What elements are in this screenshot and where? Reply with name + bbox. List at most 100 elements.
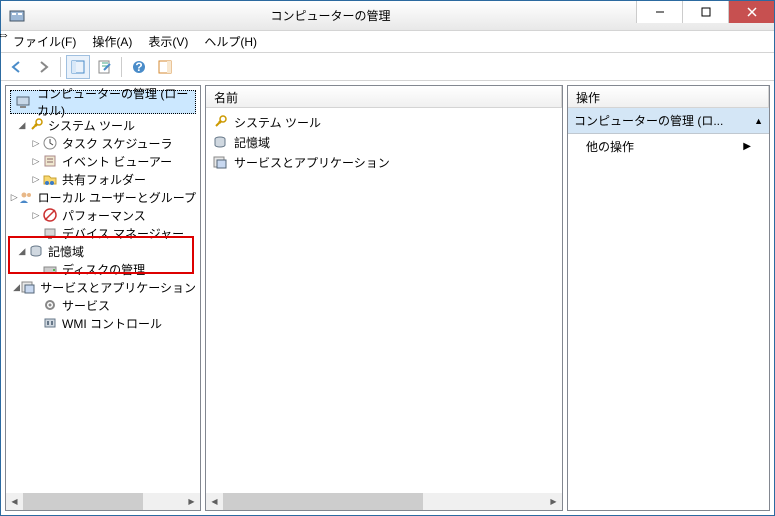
submenu-arrow-icon: ▶ xyxy=(743,141,751,152)
scroll-left-icon[interactable]: ◀ xyxy=(6,493,23,510)
services-apps-icon xyxy=(212,154,228,170)
actions-section-label: コンピューターの管理 (ロ... xyxy=(574,112,723,129)
tree-node-storage[interactable]: ◢ 記憶域 xyxy=(8,242,198,260)
tree-node-local-users[interactable]: ▷ローカル ユーザーとグループ xyxy=(8,188,198,206)
actions-section-header[interactable]: コンピューターの管理 (ロ... ▲ xyxy=(568,108,769,134)
main-window: コンピューターの管理 ファイル(F) 操作(A) 表示(V) ヘルプ(H) ? … xyxy=(0,0,775,516)
toolbar-separator xyxy=(121,57,122,77)
tree-label: タスク スケジューラ xyxy=(60,134,175,153)
tree-node-services[interactable]: サービス xyxy=(8,296,198,314)
expand-arrow-icon[interactable]: ◢ xyxy=(16,119,28,131)
toolbar-separator xyxy=(60,57,61,77)
tree-node-task-scheduler[interactable]: ▷ タスク スケジューラ xyxy=(8,134,198,152)
back-button[interactable] xyxy=(5,55,29,79)
collapse-arrow-icon[interactable]: ▷ xyxy=(30,209,42,221)
minimize-button[interactable] xyxy=(636,1,682,23)
tree-label: WMI コントロール xyxy=(60,314,164,333)
actions-item-label: 他の操作 xyxy=(586,138,634,155)
actions-panel: 操作 コンピューターの管理 (ロ... ▲ 他の操作 ▶ xyxy=(567,85,770,511)
list-panel: 名前 システム ツール 記憶域 サービスとアプリケーション ◀ ▶ xyxy=(205,85,563,511)
tree-label: 記憶域 xyxy=(46,242,86,261)
list-item[interactable]: システム ツール xyxy=(210,112,558,132)
actions-other-operations[interactable]: 他の操作 ▶ xyxy=(568,134,769,159)
tree-node-shared-folders[interactable]: ▷ 共有フォルダー xyxy=(8,170,198,188)
tree-root-label: コンピューターの管理 (ローカル) xyxy=(37,86,191,119)
collapse-arrow-icon[interactable]: ▷ xyxy=(30,137,42,149)
tree-panel: コンピューターの管理 (ローカル) ◢システム ツール ▷タスク スケジューラ … xyxy=(5,85,201,511)
list-item[interactable]: サービスとアプリケーション xyxy=(210,152,558,172)
action-pane-button[interactable] xyxy=(153,55,177,79)
list-view[interactable]: システム ツール 記憶域 サービスとアプリケーション xyxy=(206,108,562,510)
tree-view[interactable]: コンピューターの管理 (ローカル) ◢システム ツール ▷タスク スケジューラ … xyxy=(6,86,200,510)
scroll-thumb[interactable] xyxy=(23,493,143,510)
collapse-arrow-icon[interactable]: ▲ xyxy=(754,116,763,126)
properties-button[interactable] xyxy=(92,55,116,79)
titlebar[interactable]: コンピューターの管理 xyxy=(1,1,774,31)
tree-node-event-viewer[interactable]: ▷ イベント ビューアー xyxy=(8,152,198,170)
scroll-thumb[interactable] xyxy=(223,493,423,510)
tree-label: サービス xyxy=(60,296,112,315)
scroll-right-icon[interactable]: ▶ xyxy=(545,493,562,510)
maximize-button[interactable] xyxy=(682,1,728,23)
scroll-right-icon[interactable]: ▶ xyxy=(183,493,200,510)
resize-cursor: ⇔ xyxy=(0,26,10,42)
storage-icon xyxy=(28,243,44,259)
menu-view[interactable]: 表示(V) xyxy=(140,30,196,53)
performance-icon xyxy=(42,207,58,223)
tools-icon xyxy=(212,114,228,130)
users-icon xyxy=(18,189,34,205)
tree-label: サービスとアプリケーション xyxy=(38,278,198,297)
column-header[interactable]: 名前 xyxy=(206,86,562,108)
tree-label: ディスクの管理 xyxy=(60,260,147,279)
tree-node-wmi[interactable]: WMI コントロール xyxy=(8,314,198,332)
help-button[interactable]: ? xyxy=(127,55,151,79)
tree-node-services-apps[interactable]: ◢ サービスとアプリケーション xyxy=(8,278,198,296)
tree-label: パフォーマンス xyxy=(60,206,148,225)
tree-node-disk-management[interactable]: ディスクの管理 xyxy=(8,260,198,278)
menu-help[interactable]: ヘルプ(H) xyxy=(196,30,265,53)
close-button[interactable] xyxy=(728,1,774,23)
horizontal-scrollbar[interactable]: ◀ ▶ xyxy=(206,493,562,510)
wmi-icon xyxy=(42,315,58,331)
scroll-track[interactable] xyxy=(23,493,183,510)
tree-root[interactable]: コンピューターの管理 (ローカル) xyxy=(10,90,196,114)
disk-icon xyxy=(42,261,58,277)
storage-icon xyxy=(212,134,228,150)
scroll-left-icon[interactable]: ◀ xyxy=(206,493,223,510)
collapse-arrow-icon[interactable]: ▷ xyxy=(30,155,42,167)
computer-icon xyxy=(15,94,31,110)
scroll-track[interactable] xyxy=(223,493,545,510)
toolbar: ? xyxy=(1,53,774,81)
column-name[interactable]: 名前 xyxy=(206,86,562,107)
tools-icon xyxy=(28,117,44,133)
menu-file[interactable]: ファイル(F) xyxy=(5,30,84,53)
event-icon xyxy=(42,153,58,169)
tree-label: イベント ビューアー xyxy=(60,152,174,171)
tree-node-performance[interactable]: ▷ パフォーマンス xyxy=(8,206,198,224)
tree-node-device-manager[interactable]: デバイス マネージャー xyxy=(8,224,198,242)
services-apps-icon xyxy=(20,279,36,295)
collapse-arrow-icon[interactable]: ▷ xyxy=(11,191,18,203)
collapse-arrow-icon[interactable]: ▷ xyxy=(30,173,42,185)
shared-folder-icon xyxy=(42,171,58,187)
list-item-label: システム ツール xyxy=(234,114,321,131)
tree-label: デバイス マネージャー xyxy=(60,224,186,243)
list-item[interactable]: 記憶域 xyxy=(210,132,558,152)
device-icon xyxy=(42,225,58,241)
horizontal-scrollbar[interactable]: ◀ ▶ xyxy=(6,493,200,510)
window-controls xyxy=(636,1,774,23)
window-title: コンピューターの管理 xyxy=(25,7,636,24)
gear-icon xyxy=(42,297,58,313)
expand-arrow-icon[interactable]: ◢ xyxy=(13,281,20,293)
actions-body: コンピューターの管理 (ロ... ▲ 他の操作 ▶ xyxy=(568,108,769,510)
menubar: ファイル(F) 操作(A) 表示(V) ヘルプ(H) xyxy=(1,31,774,53)
svg-text:?: ? xyxy=(135,60,142,74)
tree-label: 共有フォルダー xyxy=(60,170,148,189)
show-hide-tree-button[interactable] xyxy=(66,55,90,79)
actions-header-label: 操作 xyxy=(568,86,769,107)
expand-arrow-icon[interactable]: ◢ xyxy=(16,245,28,257)
forward-button[interactable] xyxy=(31,55,55,79)
app-icon xyxy=(9,8,25,24)
list-item-label: 記憶域 xyxy=(234,134,270,151)
menu-action[interactable]: 操作(A) xyxy=(84,30,140,53)
